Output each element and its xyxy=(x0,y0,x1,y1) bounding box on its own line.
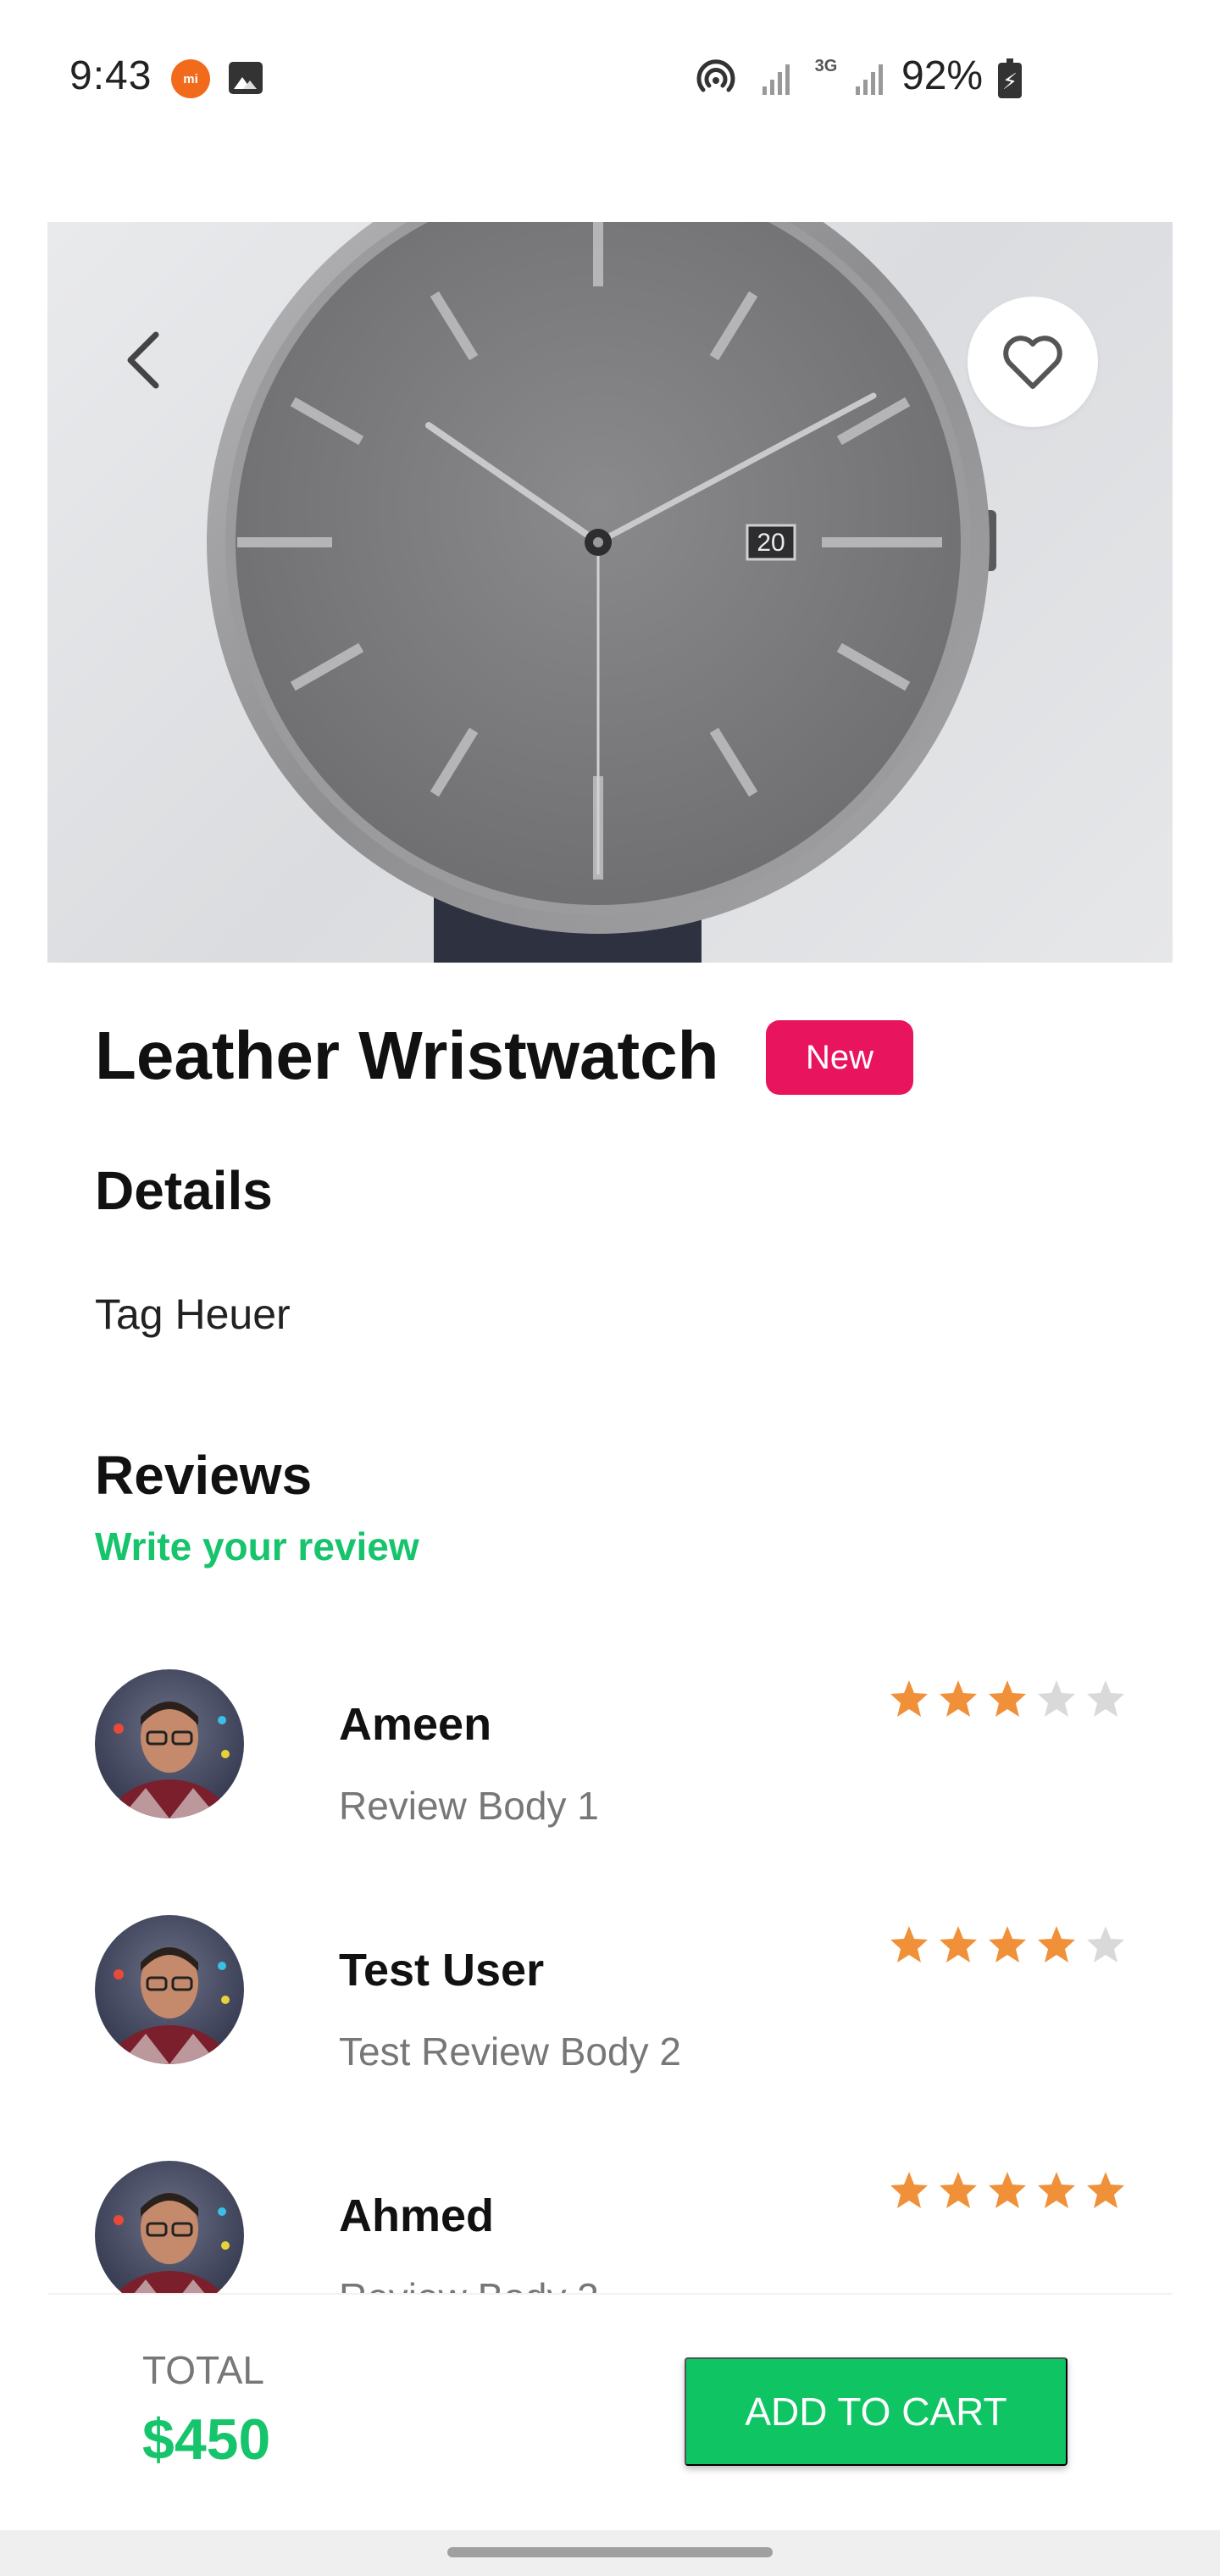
network-type: 3G xyxy=(814,57,838,75)
mi-app-icon: mi xyxy=(171,59,210,98)
signal-icon xyxy=(856,64,883,95)
star-filled-icon xyxy=(1087,2172,1124,2208)
star-rating xyxy=(888,1924,1127,1966)
new-badge: New xyxy=(766,1020,913,1095)
star-empty-icon xyxy=(1038,1680,1075,1717)
avatar xyxy=(95,2161,244,2310)
review-body: Test Review Body 2 xyxy=(339,2029,681,2074)
review-item: Test User Test Review Body 2 xyxy=(0,1915,1220,2085)
star-empty-icon xyxy=(1087,1926,1124,1963)
product-title: Leather Wristwatch xyxy=(95,1018,719,1093)
chevron-left-icon xyxy=(127,331,159,389)
status-time: 9:43 xyxy=(69,53,152,98)
star-filled-icon xyxy=(1038,1926,1075,1963)
avatar-portrait xyxy=(105,1947,234,2064)
total-label: TOTAL xyxy=(142,2348,264,2392)
write-review-link[interactable]: Write your review xyxy=(95,1524,419,1569)
star-filled-icon xyxy=(940,1926,977,1963)
star-rating xyxy=(888,1678,1127,1720)
avatar-portrait xyxy=(105,1702,234,1818)
star-filled-icon xyxy=(989,2172,1026,2208)
star-filled-icon xyxy=(890,1680,928,1717)
gallery-icon xyxy=(229,62,263,94)
add-to-cart-button[interactable]: ADD TO CART xyxy=(685,2357,1068,2466)
bolt-icon: ⚡ xyxy=(1001,69,1018,94)
favorite-button[interactable] xyxy=(968,297,1098,427)
heart-outline-icon xyxy=(1003,336,1062,389)
reviewer-name: Ahmed xyxy=(339,2190,495,2241)
avatar xyxy=(95,1915,244,2064)
back-button[interactable] xyxy=(110,322,178,398)
star-rating xyxy=(888,2169,1127,2212)
star-filled-icon xyxy=(890,1926,928,1963)
battery-percentage: 92% xyxy=(901,53,984,98)
details-text: Tag Heuer xyxy=(95,1291,291,1338)
avatar xyxy=(95,1669,244,1818)
review-body: Review Body 1 xyxy=(339,1784,599,1828)
star-filled-icon xyxy=(940,2172,977,2208)
home-indicator[interactable] xyxy=(447,2547,773,2557)
reviewer-name: Ameen xyxy=(339,1699,492,1750)
avatar-portrait xyxy=(105,2193,234,2310)
status-bar: 9:43 mi 3G 92% ⚡ xyxy=(0,0,1220,161)
signal-icon xyxy=(762,64,790,95)
date-window: 20 xyxy=(757,529,785,557)
star-filled-icon xyxy=(1038,2172,1075,2208)
star-filled-icon xyxy=(890,2172,928,2208)
reviewer-name: Test User xyxy=(339,1945,545,1996)
reviews-heading: Reviews xyxy=(95,1445,313,1506)
details-heading: Details xyxy=(95,1160,273,1221)
star-filled-icon xyxy=(940,1680,977,1717)
review-item: Ameen Review Body 1 xyxy=(0,1669,1220,1839)
total-price: $450 xyxy=(142,2407,271,2472)
star-empty-icon xyxy=(1087,1680,1124,1717)
hotspot-icon xyxy=(696,59,735,92)
star-filled-icon xyxy=(989,1926,1026,1963)
star-filled-icon xyxy=(989,1680,1026,1717)
